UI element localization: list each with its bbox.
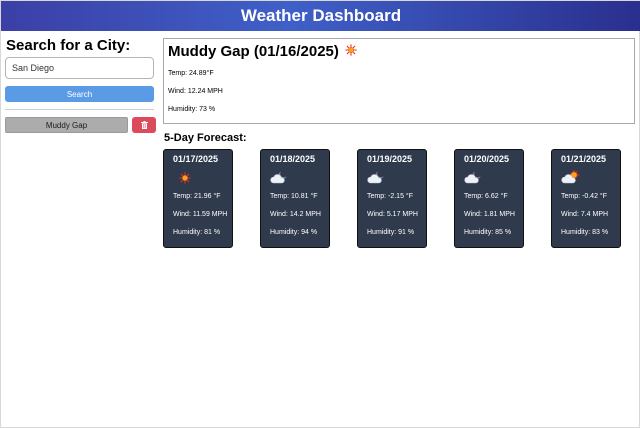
- trash-icon: [140, 121, 148, 129]
- forecast-wind: Wind: 5.17 MPH: [367, 211, 418, 218]
- forecast-humidity: Humidity: 85 %: [464, 229, 512, 236]
- forecast-temp: Temp: 6.62 °F: [464, 193, 508, 200]
- forecast-temp: Temp: -2.15 °F: [367, 193, 413, 200]
- current-city-date: Muddy Gap (01/16/2025): [168, 43, 339, 60]
- delete-history-button[interactable]: [132, 117, 156, 133]
- forecast-temp: Temp: -0.42 °F: [561, 193, 607, 200]
- current-wind: Wind: 12.24 MPH: [168, 88, 223, 95]
- forecast-date: 01/21/2025: [561, 154, 607, 164]
- forecast-date: 01/19/2025: [367, 154, 413, 164]
- forecast-humidity: Humidity: 94 %: [270, 229, 318, 236]
- forecast-card: 01/17/2025 Temp: 21.96 °F Wind: 11.59 MP…: [163, 149, 233, 248]
- app-header: Weather Dashboard: [1, 1, 640, 31]
- forecast-humidity: Humidity: 83 %: [561, 229, 609, 236]
- current-temp: Temp: 24.89°F: [168, 70, 214, 77]
- cloud-moon-icon: [270, 171, 287, 184]
- forecast-wind: Wind: 14.2 MPH: [270, 211, 321, 218]
- history-city-button[interactable]: Muddy Gap: [5, 117, 128, 133]
- forecast-humidity: Humidity: 91 %: [367, 229, 415, 236]
- search-button[interactable]: Search: [5, 86, 154, 102]
- page-title: Weather Dashboard: [240, 6, 402, 25]
- city-search-input[interactable]: [5, 57, 154, 79]
- current-weather-title: Muddy Gap (01/16/2025): [168, 43, 357, 60]
- sun-icon: [179, 172, 191, 184]
- forecast-wind: Wind: 1.81 MPH: [464, 211, 515, 218]
- forecast-heading: 5-Day Forecast:: [164, 132, 247, 144]
- forecast-card: 01/21/2025 Temp: -0.42 °F Wind: 7.4 MPH …: [551, 149, 621, 248]
- forecast-humidity: Humidity: 81 %: [173, 229, 221, 236]
- forecast-card: 01/18/2025 Temp: 10.81 °F Wind: 14.2 MPH…: [260, 149, 330, 248]
- forecast-temp: Temp: 10.81 °F: [270, 193, 318, 200]
- forecast-card: 01/19/2025 Temp: -2.15 °F Wind: 5.17 MPH…: [357, 149, 427, 248]
- search-heading: Search for a City:: [6, 37, 131, 54]
- forecast-date: 01/18/2025: [270, 154, 316, 164]
- forecast-temp: Temp: 21.96 °F: [173, 193, 221, 200]
- current-weather-panel: Muddy Gap (01/16/2025) Temp: 24.89°F Win…: [163, 38, 635, 124]
- forecast-wind: Wind: 11.59 MPH: [173, 211, 228, 218]
- forecast-date: 01/20/2025: [464, 154, 510, 164]
- cloud-sun-icon: [561, 169, 580, 184]
- forecast-date: 01/17/2025: [173, 154, 219, 164]
- current-humidity: Humidity: 73 %: [168, 106, 216, 113]
- sidebar-divider: [5, 109, 154, 110]
- forecast-card: 01/20/2025 Temp: 6.62 °F Wind: 1.81 MPH …: [454, 149, 524, 248]
- cloud-moon-icon: [367, 171, 384, 184]
- forecast-wind: Wind: 7.4 MPH: [561, 211, 609, 218]
- sun-icon: [345, 44, 357, 56]
- cloud-moon-icon: [464, 171, 481, 184]
